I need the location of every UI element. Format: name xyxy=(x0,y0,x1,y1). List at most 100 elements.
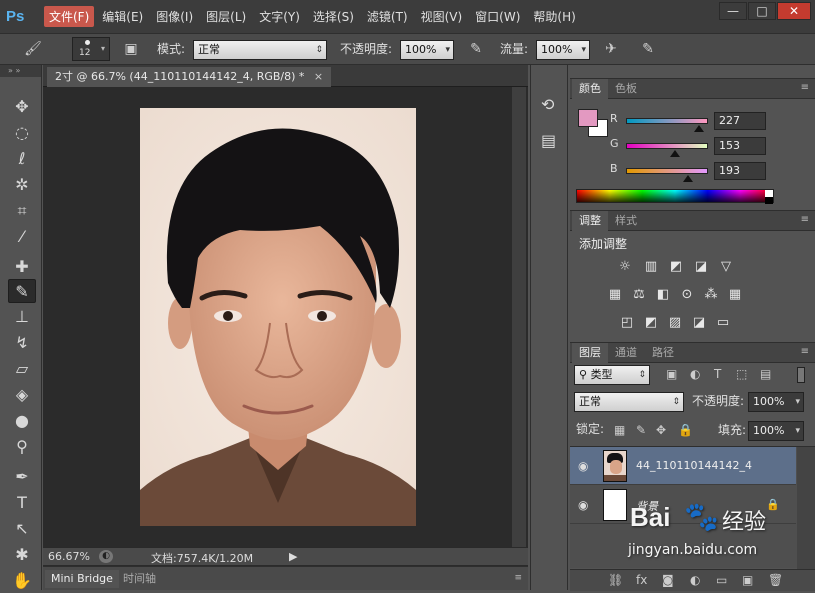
type-tool-icon[interactable]: T xyxy=(8,491,36,515)
brush-size-picker[interactable]: 12 ▾ xyxy=(72,37,110,61)
tab-styles[interactable]: 样式 xyxy=(608,211,644,231)
eyedropper-tool-icon[interactable]: ⁄ xyxy=(8,225,36,249)
marquee-tool-icon[interactable]: ◌ xyxy=(8,121,36,145)
close-tab-icon[interactable]: × xyxy=(314,70,323,83)
slider-thumb-r[interactable] xyxy=(693,125,704,132)
opacity-field[interactable]: 100% ▾ xyxy=(400,40,454,60)
tab-paths[interactable]: 路径 xyxy=(645,343,681,363)
minimize-button[interactable]: — xyxy=(719,2,747,20)
filter-smart-object-icon[interactable]: ▤ xyxy=(760,367,771,381)
properties-panel-icon[interactable]: ▤ xyxy=(541,131,556,150)
airbrush-icon[interactable]: ✈ xyxy=(600,38,622,60)
new-layer-icon[interactable]: ▣ xyxy=(742,573,753,587)
layer-name[interactable]: 44_110110144142_4 xyxy=(636,459,752,472)
photo-filter-icon[interactable]: ⊙ xyxy=(678,287,696,303)
menu-view[interactable]: 视图(V) xyxy=(416,6,468,27)
fill-field[interactable]: 100% ▾ xyxy=(748,421,804,441)
tab-adjustments[interactable]: 调整 xyxy=(572,211,608,231)
proof-icon[interactable]: ◐ xyxy=(99,550,113,563)
delete-layer-icon[interactable]: 🗑 xyxy=(768,573,783,587)
layer-mask-icon[interactable]: ◙ xyxy=(662,573,674,587)
color-spectrum-bar[interactable] xyxy=(576,189,774,204)
panel-menu-icon[interactable]: ≡ xyxy=(801,214,809,225)
menu-image[interactable]: 图像(I) xyxy=(151,6,198,27)
tab-channels[interactable]: 通道 xyxy=(608,343,644,363)
move-tool-icon[interactable]: ✥ xyxy=(8,95,36,119)
selective-color-icon[interactable]: ◪ xyxy=(690,315,708,331)
lock-transparent-icon[interactable]: ▦ xyxy=(614,423,625,437)
b-value-field[interactable]: 193 xyxy=(714,162,766,180)
slider-track-g[interactable] xyxy=(626,143,708,149)
channel-mixer-icon[interactable]: ⁂ xyxy=(702,287,720,303)
tab-swatches[interactable]: 色板 xyxy=(608,79,644,99)
g-value-field[interactable]: 153 xyxy=(714,137,766,155)
menu-help[interactable]: 帮助(H) xyxy=(528,6,580,27)
posterize-icon[interactable]: ◩ xyxy=(642,315,660,331)
document-tab[interactable]: 2寸 @ 66.7% (44_110110144142_4, RGB/8) * … xyxy=(47,67,332,87)
filter-toggle-switch[interactable] xyxy=(797,367,805,383)
exposure-icon[interactable]: ◪ xyxy=(692,259,710,275)
maximize-button[interactable]: □ xyxy=(748,2,776,20)
flow-field[interactable]: 100% ▾ xyxy=(536,40,590,60)
tab-color[interactable]: 颜色 xyxy=(572,79,608,99)
doc-size[interactable]: 文档:757.4K/1.20M xyxy=(151,550,253,566)
spectrum-white-swatch[interactable] xyxy=(765,190,773,197)
visibility-eye-icon[interactable]: ◉ xyxy=(578,498,588,512)
menu-window[interactable]: 窗口(W) xyxy=(470,6,525,27)
tab-mini-bridge[interactable]: Mini Bridge xyxy=(45,570,119,588)
brush-tool-icon[interactable]: ✎ xyxy=(8,279,36,303)
tools-panel-header[interactable]: » » xyxy=(0,65,41,77)
slider-track-b[interactable] xyxy=(626,168,708,174)
hue-saturation-icon[interactable]: ▦ xyxy=(606,287,624,303)
path-selection-tool-icon[interactable]: ↖ xyxy=(8,517,36,541)
history-panel-icon[interactable]: ⟲ xyxy=(541,95,554,114)
pressure-opacity-icon[interactable]: ✎ xyxy=(465,38,487,60)
r-value-field[interactable]: 227 xyxy=(714,112,766,130)
panel-menu-icon[interactable]: ≡ xyxy=(801,82,809,93)
vibrance-icon[interactable]: ▽ xyxy=(717,259,735,275)
levels-icon[interactable]: ▥ xyxy=(642,259,660,275)
play-arrow-icon[interactable]: ▶ xyxy=(289,550,297,563)
menu-file[interactable]: 文件(F) xyxy=(44,6,95,27)
new-group-icon[interactable]: ▭ xyxy=(716,573,727,587)
curves-icon[interactable]: ◩ xyxy=(667,259,685,275)
tab-layers[interactable]: 图层 xyxy=(572,343,608,363)
slider-thumb-b[interactable] xyxy=(683,175,694,182)
spectrum-black-swatch[interactable] xyxy=(765,197,773,204)
new-adjustment-layer-icon[interactable]: ◐ xyxy=(690,573,700,587)
panel-menu-icon[interactable]: ≡ xyxy=(801,346,809,357)
close-button[interactable]: ✕ xyxy=(777,2,811,20)
visibility-eye-icon[interactable]: ◉ xyxy=(578,459,588,473)
history-brush-tool-icon[interactable]: ↯ xyxy=(8,331,36,355)
black-white-icon[interactable]: ◧ xyxy=(654,287,672,303)
fg-bg-swatches[interactable] xyxy=(578,109,608,137)
menu-select[interactable]: 选择(S) xyxy=(308,6,359,27)
zoom-level[interactable]: 66.67% xyxy=(48,550,90,563)
filter-pixel-icon[interactable]: ▣ xyxy=(666,367,677,381)
color-lookup-icon[interactable]: ▦ xyxy=(726,287,744,303)
vertical-scrollbar[interactable] xyxy=(512,87,526,547)
panel-menu-icon[interactable]: ≡ xyxy=(514,573,522,583)
filter-type-icon[interactable]: T xyxy=(714,367,721,381)
clone-stamp-tool-icon[interactable]: ⊥ xyxy=(8,305,36,329)
link-layers-icon[interactable]: ⛓ xyxy=(608,573,623,587)
layer-filter-select[interactable]: ⚲ 类型 ⇕ xyxy=(574,365,650,385)
layer-row[interactable]: ◉ 44_110110144142_4 xyxy=(570,447,796,485)
gradient-map-icon[interactable]: ▭ xyxy=(714,315,732,331)
healing-brush-tool-icon[interactable]: ✚ xyxy=(8,255,36,279)
menu-type[interactable]: 文字(Y) xyxy=(254,6,305,27)
lasso-tool-icon[interactable]: ℓ xyxy=(8,147,36,171)
magic-wand-tool-icon[interactable]: ✲ xyxy=(8,173,36,197)
color-balance-icon[interactable]: ⚖ xyxy=(630,287,648,303)
foreground-color-swatch[interactable] xyxy=(578,109,598,127)
tab-timeline[interactable]: 时间轴 xyxy=(117,570,162,588)
layer-style-fx-icon[interactable]: fx xyxy=(636,573,647,587)
menu-layer[interactable]: 图层(L) xyxy=(201,6,251,27)
eraser-tool-icon[interactable]: ▱ xyxy=(8,357,36,381)
slider-track-r[interactable] xyxy=(626,118,708,124)
layer-opacity-field[interactable]: 100% ▾ xyxy=(748,392,804,412)
mode-select[interactable]: 正常 ⇕ xyxy=(193,40,327,60)
blur-tool-icon[interactable]: ● xyxy=(8,409,36,433)
paint-bucket-tool-icon[interactable]: ◈ xyxy=(8,383,36,407)
pressure-size-icon[interactable]: ✎ xyxy=(637,38,659,60)
